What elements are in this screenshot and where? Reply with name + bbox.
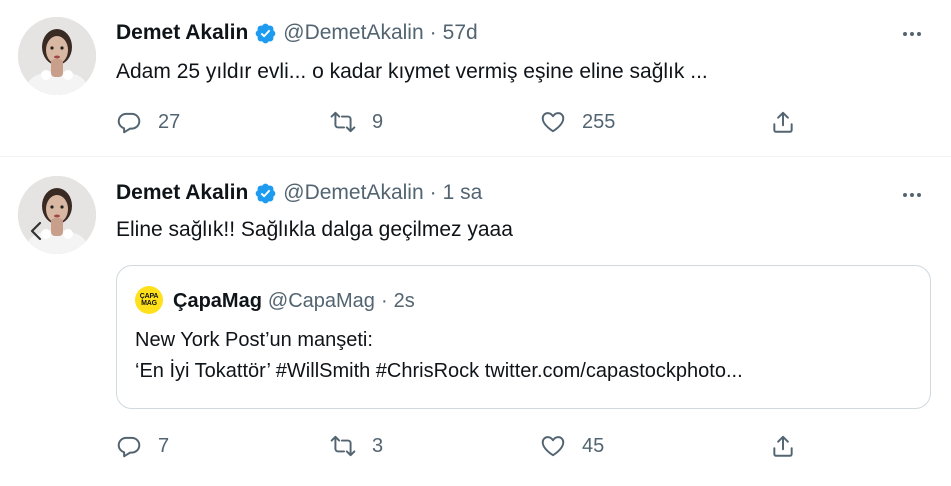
chevron-left-icon[interactable]: [28, 221, 44, 241]
reply-icon: [116, 433, 142, 459]
reply-icon: [116, 109, 142, 135]
timestamp[interactable]: 1 sa: [443, 181, 483, 205]
share-icon: [770, 433, 796, 459]
heart-icon: [540, 109, 566, 135]
reply-count: 27: [158, 110, 181, 133]
retweet-count: 3: [372, 434, 384, 457]
share-icon: [770, 109, 796, 135]
quote-avatar[interactable]: ÇAPA MAG: [135, 286, 163, 314]
avatar[interactable]: [18, 17, 96, 95]
reply-button[interactable]: 7: [116, 431, 169, 461]
more-icon[interactable]: [897, 22, 927, 46]
tweet[interactable]: Demet Akalin @DemetAkalin · 57d Adam 25 …: [0, 0, 951, 157]
quote-author-name: ÇapaMag: [173, 289, 262, 312]
tweet-text: Eline sağlık!! Sağlıkla dalga geçilmez y…: [116, 218, 513, 241]
verified-badge-icon: [254, 182, 277, 205]
tweet-text: Adam 25 yıldır evli... o kadar kıymet ve…: [116, 60, 708, 83]
retweet-count: 9: [372, 110, 384, 133]
retweet-icon: [330, 109, 356, 135]
retweet-icon: [330, 433, 356, 459]
more-icon[interactable]: [897, 183, 927, 207]
like-count: 255: [582, 110, 616, 133]
author-handle[interactable]: @DemetAkalin: [283, 21, 423, 45]
share-button[interactable]: [770, 431, 796, 461]
tweet[interactable]: Demet Akalin @DemetAkalin · 1 sa Eline s…: [0, 157, 951, 486]
avatar[interactable]: [18, 176, 96, 254]
share-button[interactable]: [770, 107, 796, 137]
timestamp[interactable]: 57d: [443, 21, 478, 45]
quote-text-line: New York Post’un manşeti:: [135, 329, 373, 351]
tweet-header: Demet Akalin @DemetAkalin · 57d: [116, 18, 478, 48]
reply-count: 7: [158, 434, 170, 457]
quote-author-handle: @CapaMag: [267, 289, 375, 312]
quote-text-line: ‘En İyi Tokattör’ #WillSmith #ChrisRock …: [135, 360, 743, 382]
author-name[interactable]: Demet Akalin: [116, 21, 248, 45]
reply-button[interactable]: 27: [116, 107, 180, 137]
tweet-header: Demet Akalin @DemetAkalin · 1 sa: [116, 178, 482, 208]
quote-timestamp: 2s: [393, 289, 415, 312]
heart-icon: [540, 433, 566, 459]
author-handle[interactable]: @DemetAkalin: [283, 181, 423, 205]
separator-dot: ·: [380, 289, 388, 312]
verified-badge-icon: [254, 22, 277, 45]
like-button[interactable]: 255: [540, 107, 615, 137]
author-name[interactable]: Demet Akalin: [116, 181, 248, 205]
retweet-button[interactable]: 3: [330, 431, 383, 461]
quote-avatar-text: ÇAPA MAG: [139, 293, 159, 307]
tweet-actions: 27 9 255: [116, 107, 816, 137]
like-count: 45: [582, 434, 605, 457]
retweet-button[interactable]: 9: [330, 107, 383, 137]
like-button[interactable]: 45: [540, 431, 604, 461]
quote-header: ÇapaMag @CapaMag · 2s: [173, 286, 415, 316]
separator-dot: ·: [429, 21, 437, 44]
separator-dot: ·: [429, 181, 437, 204]
tweet-actions: 7 3 45: [116, 431, 816, 461]
quote-text: New York Post’un manşeti: ‘En İyi Tokatt…: [135, 326, 743, 388]
quoted-tweet[interactable]: ÇAPA MAG ÇapaMag @CapaMag · 2s New York …: [116, 265, 931, 409]
